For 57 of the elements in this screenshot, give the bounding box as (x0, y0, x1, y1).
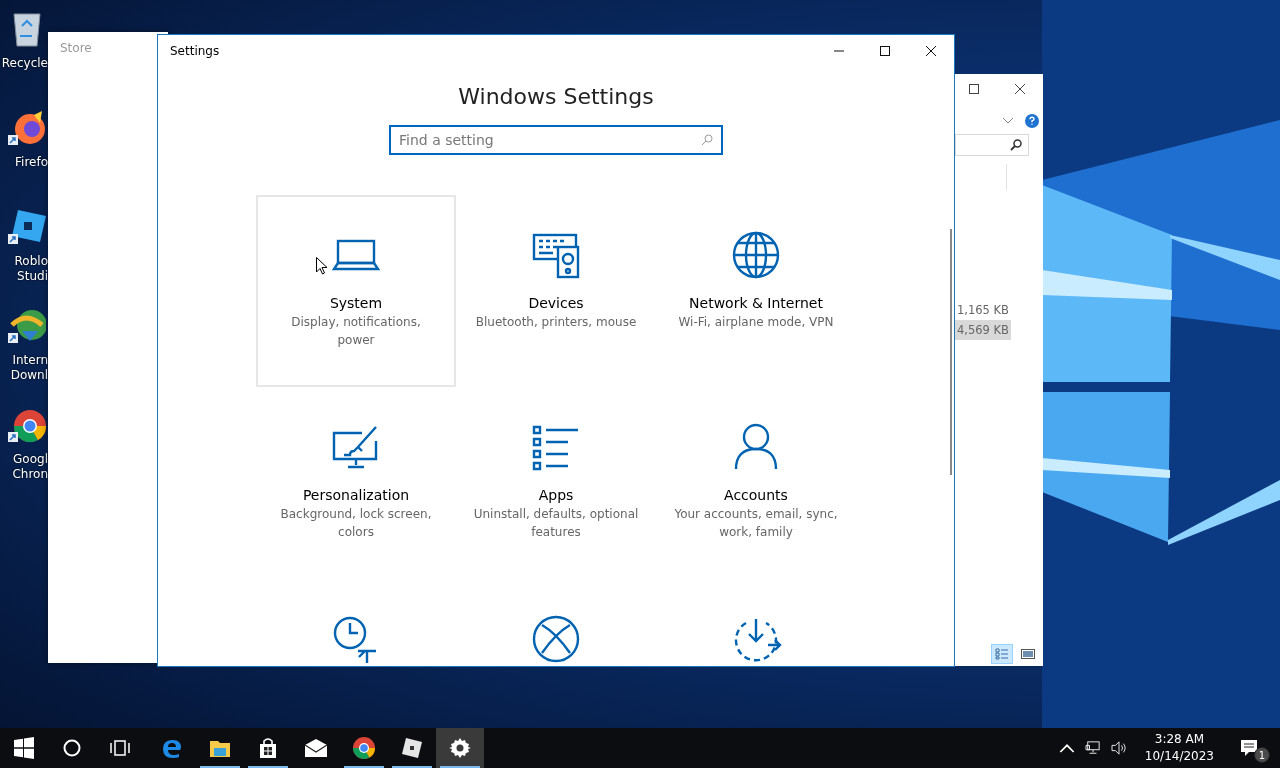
notifications-icon[interactable] (1240, 739, 1258, 757)
tile-description: Background, lock screen, colors (279, 506, 433, 541)
close-icon (926, 45, 936, 56)
settings-tile[interactable]: Devices Bluetooth, printers, mouse (456, 195, 656, 387)
settings-tile[interactable]: Apps Uninstall, defaults, optional features (456, 387, 656, 579)
close-icon[interactable] (1015, 84, 1025, 94)
settings-icon (448, 736, 472, 760)
volume-icon[interactable] (1110, 741, 1127, 755)
network-icon[interactable] (1084, 741, 1101, 755)
maximize-icon (880, 45, 890, 56)
tile-title: System (329, 295, 383, 311)
tile-description: Bluetooth, printers, mouse (474, 314, 638, 331)
help-icon[interactable] (1025, 114, 1039, 128)
mail-icon (304, 736, 328, 760)
page-heading: Windows Settings (458, 84, 654, 109)
scrollbar[interactable] (950, 229, 952, 475)
icon-label: Recycle (1, 56, 48, 71)
maximize-icon[interactable] (969, 84, 979, 94)
icon-label: Firefo (15, 155, 48, 170)
settings-tile[interactable]: Accounts Your accounts, email, sync, work, family (656, 387, 856, 579)
image-icon (1021, 648, 1035, 660)
tile-description: Uninstall, defaults, optional features (472, 506, 640, 541)
file-size: 4,569 KB (955, 320, 1011, 340)
icon-label: Intern Downl (10, 353, 48, 383)
apps-icon (532, 423, 580, 471)
mouse-cursor-icon (316, 257, 328, 275)
tile-description: Display, notifications, power (290, 314, 422, 349)
globe-icon (732, 231, 780, 279)
window-title: Settings (169, 43, 220, 58)
search-icon (1010, 139, 1022, 151)
notification-badge: 1 (1254, 747, 1270, 763)
settings-taskbar-button[interactable] (436, 728, 484, 768)
search-icon (701, 134, 713, 146)
tile-description: Wi-Fi, airplane mode, VPN (677, 314, 835, 331)
tile-title: Devices (528, 295, 584, 311)
file-size: 1,165 KB (956, 302, 1010, 319)
tile-description: Your accounts, email, sync, work, family (673, 506, 839, 541)
roblox-icon (400, 736, 424, 760)
chevron-down-icon[interactable] (1003, 118, 1013, 124)
tile-title: Accounts (724, 487, 788, 503)
settings-tile[interactable]: Network & Internet Wi-Fi, airplane mode, VPN (656, 195, 856, 387)
person-icon (732, 423, 780, 471)
settings-tile[interactable]: System Display, notifications, power (256, 195, 456, 387)
icon-label: Googl Chron (12, 452, 48, 482)
tile-title: Network & Internet (689, 295, 823, 311)
start-icon (12, 736, 36, 760)
icon-label: Roblo Studi (14, 254, 48, 284)
xbox-icon (532, 615, 580, 663)
tile-title: Apps (538, 487, 574, 503)
settings-tile[interactable]: Personalization Background, lock screen, colors (256, 387, 456, 579)
window-title: Store (60, 41, 92, 55)
search-field[interactable]: Find a setting (389, 125, 723, 155)
clock[interactable]: 3:28 AM 10/14/2023 (1136, 731, 1222, 765)
devices-icon (532, 231, 580, 279)
chrome-icon (352, 736, 376, 760)
list-icon (995, 648, 1009, 660)
tile-title: Personalization (302, 487, 410, 503)
